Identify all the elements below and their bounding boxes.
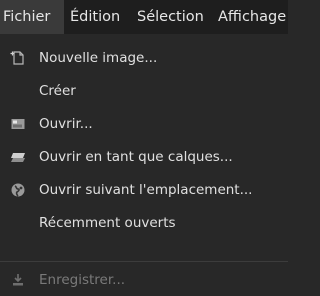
new-image-icon <box>10 50 26 66</box>
menu-item-ouvrir-calques[interactable]: Ouvrir en tant que calques... <box>0 140 288 173</box>
file-menu-dropdown: Nouvelle image... Créer Ouvrir... Ouvrir… <box>0 34 288 288</box>
menu-item-ouvrir[interactable]: Ouvrir... <box>0 107 288 140</box>
menu-item-label: Ouvrir en tant que calques... <box>39 148 233 165</box>
menu-selection[interactable]: Sélection <box>134 0 215 34</box>
menu-item-label: Nouvelle image... <box>39 49 158 66</box>
open-icon <box>10 116 26 132</box>
menu-item-enregistrer[interactable]: Enregistrer... <box>0 263 288 296</box>
menu-item-label: Ouvrir suivant l'emplacement... <box>39 181 253 198</box>
menu-separator <box>0 261 288 262</box>
menu-item-label: Récemment ouverts <box>39 214 176 231</box>
menu-item-label: Ouvrir... <box>39 115 93 132</box>
menubar: Fichier Édition Sélection Affichage <box>0 0 288 34</box>
menu-item-creer[interactable]: Créer <box>0 74 288 107</box>
menu-item-label: Enregistrer... <box>39 271 126 288</box>
menu-item-ouvrir-emplacement[interactable]: Ouvrir suivant l'emplacement... <box>0 173 288 206</box>
save-icon <box>10 272 26 288</box>
menu-fichier[interactable]: Fichier <box>0 0 64 34</box>
layers-icon <box>10 149 26 165</box>
menu-affichage[interactable]: Affichage <box>215 0 288 34</box>
menu-item-label: Créer <box>39 82 76 99</box>
menu-item-recemment-ouverts[interactable]: Récemment ouverts <box>0 206 288 239</box>
globe-icon <box>10 182 26 198</box>
menu-edition[interactable]: Édition <box>64 0 134 34</box>
menu-item-new-image[interactable]: Nouvelle image... <box>0 41 288 74</box>
